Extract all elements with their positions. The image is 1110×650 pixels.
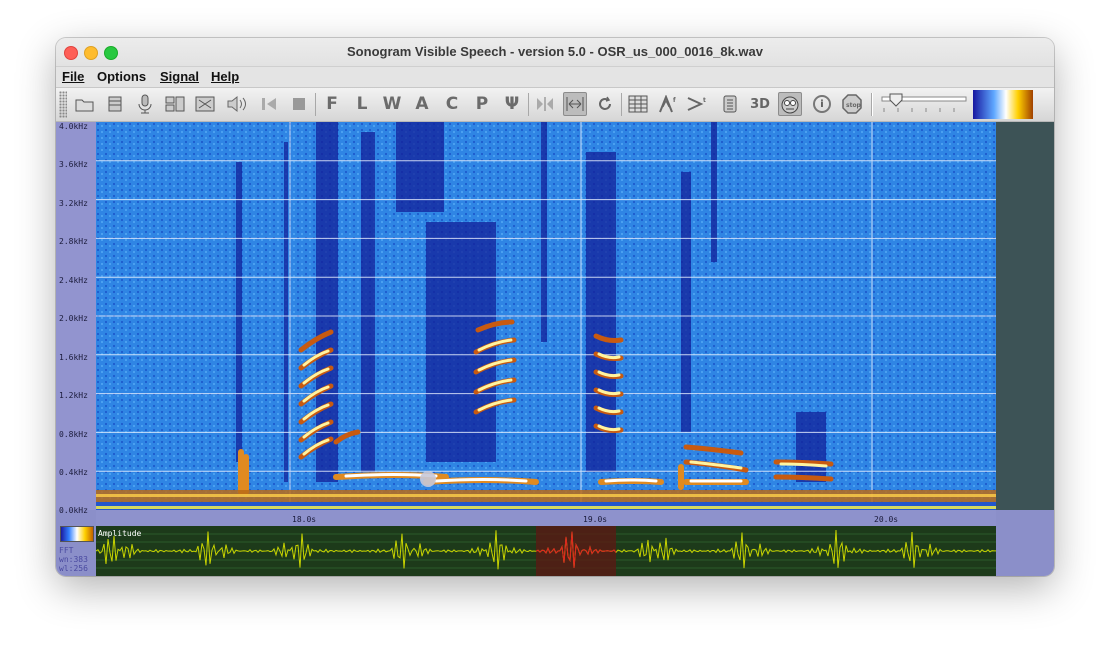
- y-tick-label: 1.2kHz: [59, 391, 88, 400]
- svg-text:t: t: [703, 97, 706, 104]
- y-tick-label: 2.8kHz: [59, 237, 88, 246]
- menu-file[interactable]: File: [62, 69, 84, 84]
- script-icon[interactable]: [718, 92, 742, 116]
- open-file-icon[interactable]: [73, 92, 97, 116]
- a-icon[interactable]: A: [410, 92, 434, 116]
- y-tick-label: 0.4kHz: [59, 468, 88, 477]
- color-scale-bar: [973, 90, 1033, 119]
- fft-label: FFT: [59, 546, 74, 555]
- rewind-icon[interactable]: [257, 92, 281, 116]
- fft-window-length: wl:256: [59, 564, 88, 573]
- y-tick-label: 4.0kHz: [59, 122, 88, 131]
- y-tick-label: 0.0kHz: [59, 506, 88, 515]
- y-tick-label: 0.8kHz: [59, 430, 88, 439]
- pitch-right-icon[interactable]: t: [686, 92, 710, 116]
- menu-help[interactable]: Help: [211, 69, 239, 84]
- svg-text:f: f: [673, 97, 676, 104]
- info-icon[interactable]: i: [810, 92, 834, 116]
- grid-icon[interactable]: [626, 92, 650, 116]
- app-window: Sonogram Visible Speech - version 5.0 - …: [56, 38, 1054, 576]
- 3d-icon[interactable]: 3D: [748, 92, 772, 116]
- zoom-fit-icon[interactable]: [563, 92, 587, 116]
- waveform-view[interactable]: Amplitude: [96, 526, 996, 576]
- microphone-icon[interactable]: [133, 92, 157, 116]
- window-title: Sonogram Visible Speech - version 5.0 - …: [347, 44, 763, 59]
- stop-sign-icon[interactable]: stop: [840, 92, 864, 116]
- time-tick-label: 19.0s: [583, 515, 608, 524]
- time-tick-label: 20.0s: [874, 515, 899, 524]
- stop-icon[interactable]: [287, 92, 311, 116]
- layout-icon[interactable]: [163, 92, 187, 116]
- zoom-slider[interactable]: [878, 92, 968, 118]
- waveform-label: Amplitude: [98, 529, 142, 538]
- p-icon[interactable]: P: [470, 92, 494, 116]
- toolbar-grip[interactable]: [59, 91, 67, 118]
- svg-text:stop: stop: [846, 102, 862, 109]
- toolbar-separator: [621, 93, 622, 116]
- spectrogram-view[interactable]: [96, 122, 996, 510]
- time-axis: 18.0s 19.0s 20.0s: [96, 510, 996, 526]
- y-tick-label: 2.4kHz: [59, 276, 88, 285]
- l-icon[interactable]: L: [350, 92, 374, 116]
- c-icon[interactable]: C: [440, 92, 464, 116]
- f-icon[interactable]: F: [320, 92, 344, 116]
- fft-window-number: wn:383: [59, 555, 88, 564]
- title-bar: Sonogram Visible Speech - version 5.0 - …: [56, 38, 1054, 67]
- refresh-icon[interactable]: [593, 92, 617, 116]
- time-tick-label: 18.0s: [292, 515, 317, 524]
- psi-icon[interactable]: Ψ: [500, 92, 524, 116]
- main-area: 4.0kHz 3.6kHz 3.2kHz 2.8kHz 2.4kHz 2.0kH…: [56, 122, 1054, 576]
- toolbar-separator-highlight: [872, 93, 873, 116]
- toolbar-separator: [528, 93, 529, 116]
- w-icon[interactable]: W: [380, 92, 404, 116]
- face-icon[interactable]: [778, 92, 802, 116]
- mirror-icon[interactable]: [533, 92, 557, 116]
- menu-signal[interactable]: Signal: [160, 69, 199, 84]
- toolbar: F L W A C P Ψ f t 3D i stop: [56, 88, 1054, 122]
- y-tick-label: 3.6kHz: [59, 160, 88, 169]
- y-tick-label: 2.0kHz: [59, 314, 88, 323]
- y-tick-label: 3.2kHz: [59, 199, 88, 208]
- y-tick-label: 1.6kHz: [59, 353, 88, 362]
- frequency-axis: 4.0kHz 3.6kHz 3.2kHz 2.8kHz 2.4kHz 2.0kH…: [56, 122, 96, 515]
- fit-icon[interactable]: [193, 92, 217, 116]
- toolbar-separator: [315, 93, 316, 116]
- color-legend-swatch: [60, 526, 94, 542]
- speaker-icon[interactable]: [225, 92, 249, 116]
- menu-options[interactable]: Options: [97, 69, 146, 84]
- menu-bar: File Options Signal Help: [56, 67, 1054, 88]
- pitch-up-icon[interactable]: f: [656, 92, 680, 116]
- side-panel: [996, 122, 1054, 510]
- settings-icon[interactable]: [103, 92, 127, 116]
